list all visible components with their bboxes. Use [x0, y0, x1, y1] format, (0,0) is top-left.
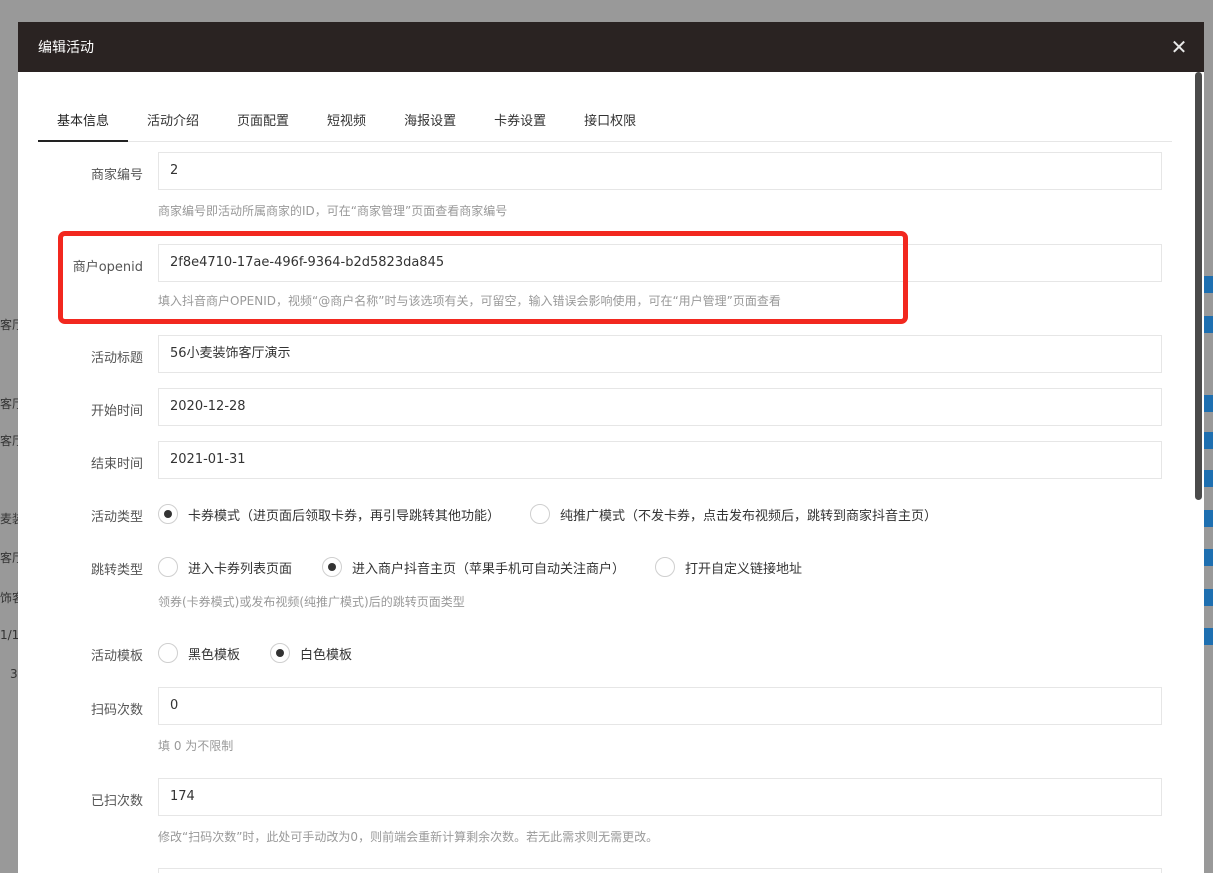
jump-type-radio-group: 进入卡券列表页面 进入商户抖音主页（苹果手机可自动关注商户） 打开自定义链接地址 [158, 557, 832, 577]
radio-label: 进入卡券列表页面 [188, 561, 293, 577]
bg-edit-button [1204, 316, 1213, 333]
bg-snippet: 麦装 [0, 512, 18, 526]
radio-unchecked-icon [158, 643, 178, 663]
start-time-label: 开始时间 [90, 404, 143, 419]
scan-count-label: 扫码次数 [90, 703, 143, 718]
radio-custom-link[interactable]: 打开自定义链接地址 [655, 557, 802, 577]
tab-poster-settings[interactable]: 海报设置 [385, 102, 475, 142]
radio-unchecked-icon [655, 557, 676, 577]
title-input[interactable]: 56小麦装饰客厅演示 [158, 335, 1162, 373]
scanned-count-input[interactable]: 174 [158, 778, 1162, 816]
radio-label: 打开自定义链接地址 [685, 561, 803, 577]
radio-label: 进入商户抖音主页（苹果手机可自动关注商户） [352, 561, 626, 577]
bg-edit-button [1204, 395, 1213, 412]
bg-edit-button [1204, 276, 1213, 293]
scrollbar[interactable] [1195, 72, 1202, 500]
tab-bar: 基本信息 活动介绍 页面配置 短视频 海报设置 卡券设置 接口权限 [38, 102, 1172, 142]
jump-type-label: 跳转类型 [90, 563, 143, 578]
scan-count-hint: 填 0 为不限制 [158, 739, 234, 753]
openid-hint: 填入抖音商户OPENID，视频“@商户名称”时与该选项有关，可留空，输入错误会影… [158, 294, 781, 308]
start-time-input[interactable]: 2020-12-28 [158, 388, 1162, 426]
radio-checked-icon [158, 504, 178, 524]
merchant-no-hint: 商家编号即活动所属商家的ID，可在“商家管理”页面查看商家编号 [158, 204, 508, 218]
title-label: 活动标题 [90, 351, 143, 366]
radio-label: 白色模板 [300, 647, 353, 663]
merchant-no-input[interactable]: 2 [158, 152, 1162, 190]
bg-edit-button [1204, 549, 1213, 566]
radio-checked-icon [322, 557, 343, 577]
openid-input[interactable]: 2f8e4710-17ae-496f-9364-b2d5823da845 [158, 244, 1162, 282]
radio-coupon-mode[interactable]: 卡券模式（进页面后领取卡券，再引导跳转其他功能） [158, 504, 500, 524]
radio-douyin-home[interactable]: 进入商户抖音主页（苹果手机可自动关注商户） [322, 557, 625, 577]
end-time-label: 结束时间 [90, 457, 143, 472]
jump-type-hint: 领券(卡券模式)或发布视频(纯推广模式)后的跳转页面类型 [158, 595, 465, 609]
bg-snippet: 客厅 [0, 434, 18, 448]
radio-label: 卡券模式（进页面后领取卡券，再引导跳转其他功能） [188, 508, 501, 524]
tab-basic-info[interactable]: 基本信息 [38, 102, 129, 142]
radio-label: 纯推广模式（不发卡券，点击发布视频后，跳转到商家抖音主页） [560, 508, 938, 524]
template-label: 活动模板 [90, 649, 143, 664]
bg-edit-button [1204, 589, 1213, 606]
bg-snippet: 客厅 [0, 397, 18, 411]
tab-short-video[interactable]: 短视频 [308, 102, 385, 142]
bg-snippet: 1/1 [0, 628, 18, 642]
bg-edit-button [1204, 432, 1213, 449]
close-icon[interactable]: ✕ [1168, 36, 1190, 58]
tab-page-config[interactable]: 页面配置 [218, 102, 308, 142]
bg-snippet: 客厅 [0, 551, 18, 565]
radio-coupon-list[interactable]: 进入卡券列表页面 [158, 557, 292, 577]
modal-header: 编辑活动 ✕ [18, 22, 1204, 72]
template-radio-group: 黑色模板 白色模板 [158, 643, 382, 663]
bg-edit-button [1204, 470, 1213, 487]
radio-checked-icon [270, 643, 291, 663]
radio-white-template[interactable]: 白色模板 [270, 643, 352, 663]
activity-type-radio-group: 卡券模式（进页面后领取卡券，再引导跳转其他功能） 纯推广模式（不发卡券，点击发布… [158, 504, 967, 524]
scanned-count-label: 已扫次数 [90, 794, 143, 809]
next-field-input[interactable] [158, 868, 1162, 873]
tab-api-permissions[interactable]: 接口权限 [565, 102, 655, 142]
tab-coupon-settings[interactable]: 卡券设置 [475, 102, 565, 142]
openid-label: 商户openid [72, 260, 143, 275]
radio-unchecked-icon [158, 557, 178, 577]
radio-label: 黑色模板 [188, 647, 241, 663]
scanned-count-hint: 修改“扫码次数”时，此处可手动改为0，则前端会重新计算剩余次数。若无此需求则无需… [158, 830, 659, 844]
radio-black-template[interactable]: 黑色模板 [158, 643, 240, 663]
end-time-input[interactable]: 2021-01-31 [158, 441, 1162, 479]
activity-type-label: 活动类型 [90, 510, 143, 525]
bg-snippet: 饰客 [0, 591, 18, 605]
modal-title: 编辑活动 [38, 40, 94, 56]
scan-count-input[interactable]: 0 [158, 687, 1162, 725]
bg-edit-button [1204, 628, 1213, 645]
edit-activity-modal: 编辑活动 ✕ 基本信息 活动介绍 页面配置 短视频 海报设置 卡券设置 接口权限… [18, 22, 1204, 873]
radio-promotion-mode[interactable]: 纯推广模式（不发卡券，点击发布视频后，跳转到商家抖音主页） [530, 504, 937, 524]
tab-activity-intro[interactable]: 活动介绍 [128, 102, 218, 142]
radio-unchecked-icon [530, 504, 551, 524]
merchant-no-label: 商家编号 [90, 168, 143, 183]
bg-edit-button [1204, 510, 1213, 527]
bg-snippet: 客厅 [0, 318, 18, 332]
